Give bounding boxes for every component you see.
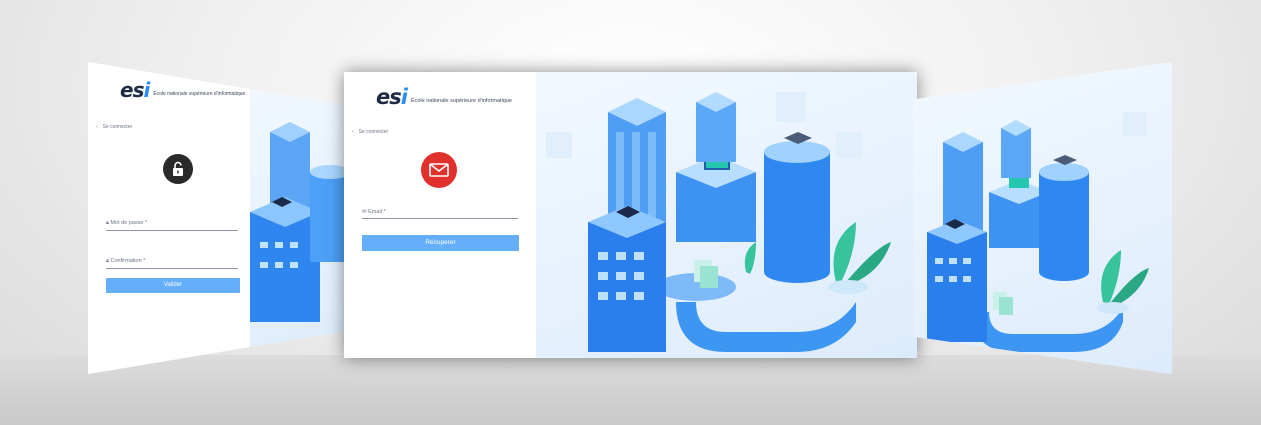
back-to-login-link[interactable]: ‹ Se connecter [352, 129, 388, 135]
chevron-left-icon: ‹ [352, 129, 354, 135]
logo-mark: esi [120, 78, 150, 102]
school-name: École nationale supérieure d'informatiqu… [153, 91, 246, 97]
isometric-campus-illustration [927, 112, 1149, 352]
unlock-icon [163, 154, 193, 184]
logo-mark: esi [376, 85, 408, 109]
illustration-panel [536, 72, 917, 358]
lock-icon: 🔒︎ [106, 258, 109, 264]
recover-button[interactable]: Récuperer [362, 235, 519, 251]
school-logo: esi École nationale supérieure d'informa… [376, 87, 512, 108]
illustration-panel [250, 62, 350, 374]
floor-shadow [0, 355, 1261, 425]
isometric-campus-illustration [250, 122, 350, 322]
mail-icon [421, 152, 457, 188]
validate-button[interactable]: Valider [106, 278, 240, 293]
recover-password-screen: esi École nationale supérieure d'informa… [344, 72, 917, 358]
confirmation-field[interactable]: 🔒︎ Confirmation * [106, 258, 145, 265]
chevron-left-icon: ‹ [96, 124, 98, 130]
lock-icon: 🔒︎ [106, 220, 109, 226]
school-logo: esi École nationale supérieure d'informa… [120, 80, 245, 100]
email-underline [362, 218, 518, 219]
email-field[interactable]: ✉ Email * [362, 209, 386, 215]
password-field[interactable]: 🔒︎ Mot de passe * [106, 220, 147, 227]
password-underline [106, 230, 238, 231]
form-panel: esi École nationale supérieure d'informa… [344, 72, 536, 358]
form-panel: esi École nationale supérieure d'informa… [88, 62, 250, 374]
reset-password-screen: esi École nationale supérieure d'informa… [88, 62, 350, 374]
illustration-screen [913, 62, 1172, 374]
back-to-login-link[interactable]: ‹ Se connecter [96, 124, 132, 130]
mail-small-icon: ✉ [362, 209, 367, 215]
school-name: École nationale supérieure d'informatiqu… [410, 98, 512, 104]
illustration-panel [913, 62, 1172, 374]
isometric-campus-illustration [546, 92, 891, 352]
confirmation-underline [106, 268, 238, 269]
